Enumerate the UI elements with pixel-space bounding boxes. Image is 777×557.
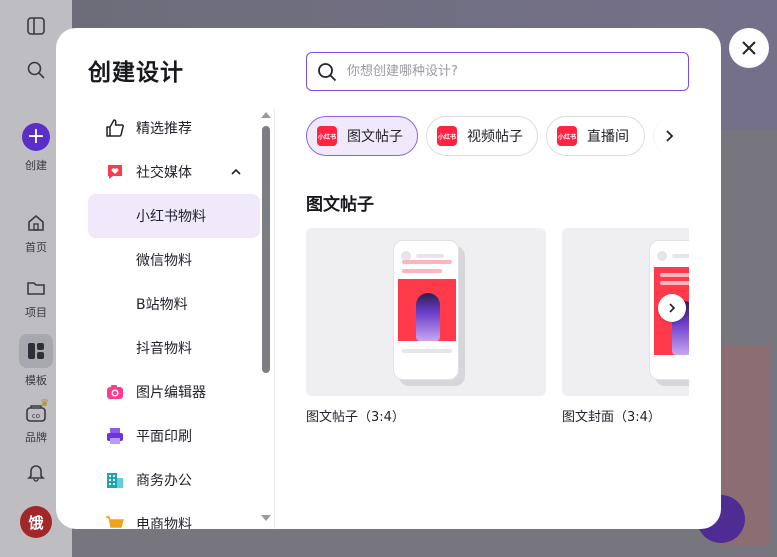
section-title: 图文帖子 bbox=[306, 195, 374, 215]
card-next-button[interactable] bbox=[658, 294, 686, 322]
crown-icon: ♛ bbox=[40, 398, 49, 409]
nav-item-label: 电商物料 bbox=[136, 517, 192, 529]
nav-item-label: 抖音物料 bbox=[136, 341, 192, 357]
chip-label: 视频帖子 bbox=[467, 129, 523, 145]
printer-icon bbox=[105, 426, 125, 446]
search-input[interactable] bbox=[347, 64, 667, 79]
chip-live-room[interactable]: 小红书 直播间 bbox=[546, 116, 645, 156]
folder-icon bbox=[27, 282, 45, 295]
bell-icon bbox=[27, 465, 45, 482]
chip-label: 直播间 bbox=[587, 129, 629, 145]
nav-item-ecommerce[interactable]: 电商物料 bbox=[88, 502, 260, 529]
cart-icon bbox=[105, 514, 125, 529]
nav-item-xiaohongshu[interactable]: 小红书物料 bbox=[88, 194, 260, 238]
rail-brand-label: 品牌 bbox=[25, 431, 47, 444]
xiaohongshu-logo-icon: 小红书 bbox=[557, 126, 577, 146]
modal-title: 创建设计 bbox=[88, 60, 184, 86]
nav-item-label: 商务办公 bbox=[136, 473, 192, 489]
card-label: 图文封面（3:4） bbox=[562, 410, 661, 425]
avatar: 饿 bbox=[20, 506, 52, 538]
chip-image-post[interactable]: 小红书 图文帖子 bbox=[306, 116, 418, 156]
nav-item-label: 小红书物料 bbox=[136, 209, 206, 225]
heart-chat-icon bbox=[105, 162, 125, 182]
nav-item-label: 精选推荐 bbox=[136, 121, 192, 137]
search-icon bbox=[27, 61, 45, 79]
template-icon bbox=[28, 343, 44, 359]
chevron-up-icon[interactable] bbox=[230, 166, 242, 178]
close-icon bbox=[742, 41, 756, 55]
template-cards: 图文帖子（3:4） 图文封面（3:4） bbox=[306, 228, 689, 438]
nav-scrollbar-thumb[interactable] bbox=[262, 126, 270, 373]
chip-video-post[interactable]: 小红书 视频帖子 bbox=[426, 116, 538, 156]
subcategory-chips: 小红书 图文帖子 小红书 视频帖子 小红书 直播间 bbox=[306, 116, 689, 156]
rail-projects-label: 项目 bbox=[25, 306, 47, 319]
nav-item-featured[interactable]: 精选推荐 bbox=[88, 106, 260, 150]
nav-item-bilibili[interactable]: B站物料 bbox=[88, 282, 260, 326]
template-card[interactable]: 图文帖子（3:4） bbox=[306, 228, 546, 425]
card-thumbnail bbox=[306, 228, 546, 396]
sidebar-toggle-icon bbox=[27, 17, 45, 35]
scroll-down-arrow[interactable] bbox=[261, 515, 271, 521]
template-card[interactable]: 图文封面（3:4） bbox=[562, 228, 689, 425]
camera-icon bbox=[105, 382, 125, 402]
nav-item-label: 微信物料 bbox=[136, 253, 192, 269]
thumbs-up-icon bbox=[105, 118, 125, 138]
nav-item-wechat[interactable]: 微信物料 bbox=[88, 238, 260, 282]
svg-text:co: co bbox=[32, 412, 40, 420]
nav-item-social-media[interactable]: 社交媒体 bbox=[88, 150, 260, 194]
search-box[interactable] bbox=[306, 52, 689, 91]
plus-icon: + bbox=[22, 123, 50, 151]
chevron-right-icon bbox=[669, 303, 676, 313]
card-label: 图文帖子（3:4） bbox=[306, 410, 405, 425]
nav-item-label: 图片编辑器 bbox=[136, 385, 206, 401]
chips-next-button[interactable] bbox=[649, 116, 689, 156]
nav-item-douyin[interactable]: 抖音物料 bbox=[88, 326, 260, 370]
nav-item-print[interactable]: 平面印刷 bbox=[88, 414, 260, 458]
xiaohongshu-logo-icon: 小红书 bbox=[317, 126, 337, 146]
nav-item-business-office[interactable]: 商务办公 bbox=[88, 458, 260, 502]
modal-left-panel: 创建设计 精选推荐 社交媒体 小红书物料 微信物料 B站物料 抖音物料 图片编辑… bbox=[56, 28, 274, 529]
scroll-up-arrow[interactable] bbox=[261, 112, 271, 118]
panel-divider bbox=[274, 108, 275, 529]
chip-label: 图文帖子 bbox=[347, 129, 403, 145]
nav-item-label: 平面印刷 bbox=[136, 429, 192, 445]
create-design-modal: 创建设计 精选推荐 社交媒体 小红书物料 微信物料 B站物料 抖音物料 图片编辑… bbox=[56, 28, 721, 529]
nav-item-label: B站物料 bbox=[136, 297, 188, 313]
search-icon bbox=[317, 62, 337, 82]
home-icon bbox=[28, 214, 44, 231]
nav-item-photo-editor[interactable]: 图片编辑器 bbox=[88, 370, 260, 414]
category-nav: 精选推荐 社交媒体 小红书物料 微信物料 B站物料 抖音物料 图片编辑器 平面印… bbox=[88, 106, 260, 529]
chevron-right-icon bbox=[666, 130, 674, 142]
phone-mockup bbox=[393, 240, 459, 380]
close-button[interactable] bbox=[729, 28, 769, 68]
office-icon bbox=[105, 470, 125, 490]
nav-item-label: 社交媒体 bbox=[136, 165, 192, 181]
rail-create-label: 创建 bbox=[25, 159, 47, 172]
rail-templates-label: 模板 bbox=[25, 374, 47, 387]
xiaohongshu-logo-icon: 小红书 bbox=[437, 126, 457, 146]
rail-home-label: 首页 bbox=[25, 241, 47, 254]
